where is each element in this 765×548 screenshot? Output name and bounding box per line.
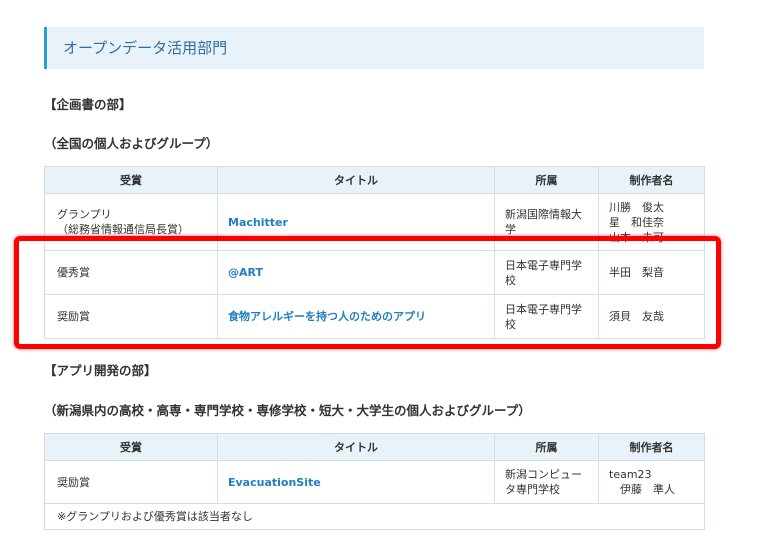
- table-row: グランプリ （総務省情報通信局長賞） Machitter 新潟国際情報大 学 川…: [44, 193, 705, 251]
- award-text: グランプリ （総務省情報通信局長賞）: [57, 208, 189, 236]
- affiliation-text: 新潟コンピュー タ専門学校: [494, 460, 599, 504]
- authors-text: 須貝 友哉: [598, 294, 705, 339]
- planning-table: 受賞 タイトル 所属 制作者名 グランプリ （総務省情報通信局長賞） Machi…: [44, 166, 705, 339]
- authors-text: 川勝 俊太 星 和佳奈 山本 未可: [609, 200, 664, 244]
- entry-title-link[interactable]: EvacuationSite: [228, 476, 321, 489]
- award-text: 奨励賞: [44, 460, 218, 504]
- header-title: タイトル: [217, 166, 495, 194]
- app-dev-heading: 【アプリ開発の部】: [44, 363, 157, 378]
- note-text: ※グランプリおよび優秀賞は該当者なし: [44, 503, 705, 530]
- award-text: 優秀賞: [44, 250, 218, 295]
- app-dev-subheading: （新潟県内の高校・高専・専門学校・専修学校・短大・大学生の個人およびグループ）: [44, 403, 531, 418]
- table-row: ※グランプリおよび優秀賞は該当者なし: [44, 503, 705, 530]
- authors-text: 半田 梨音: [598, 250, 705, 295]
- entry-title-link[interactable]: Machitter: [228, 216, 288, 229]
- header-award: 受賞: [44, 166, 218, 194]
- affiliation-text: 新潟国際情報大 学: [494, 193, 599, 251]
- header-affiliation: 所属: [494, 433, 599, 461]
- authors-text: team23 伊藤 準人: [598, 460, 705, 504]
- header-title: タイトル: [217, 433, 495, 461]
- header-award: 受賞: [44, 433, 218, 461]
- table-header-row: 受賞 タイトル 所属 制作者名: [44, 166, 705, 194]
- planning-heading: 【企画書の部】: [44, 97, 132, 112]
- table-row: 奨励賞 EvacuationSite 新潟コンピュー タ専門学校 team23 …: [44, 460, 705, 504]
- app-dev-table: 受賞 タイトル 所属 制作者名 奨励賞 EvacuationSite 新潟コンピ…: [44, 433, 705, 530]
- entry-title-link[interactable]: @ART: [228, 266, 263, 279]
- header-affiliation: 所属: [494, 166, 599, 194]
- entry-title-link[interactable]: 食物アレルギーを持つ人のためのアプリ: [228, 310, 426, 323]
- section-title-bar: オープンデータ活用部門: [44, 27, 704, 69]
- header-authors: 制作者名: [598, 166, 705, 194]
- table-row: 奨励賞 食物アレルギーを持つ人のためのアプリ 日本電子専門学 校 須貝 友哉: [44, 294, 705, 339]
- planning-subheading: （全国の個人およびグループ）: [44, 136, 219, 151]
- table-header-row: 受賞 タイトル 所属 制作者名: [44, 433, 705, 461]
- award-text: 奨励賞: [44, 294, 218, 339]
- header-authors: 制作者名: [598, 433, 705, 461]
- affiliation-text: 日本電子専門学 校: [494, 294, 599, 339]
- section-title: オープンデータ活用部門: [63, 39, 228, 57]
- table-row: 優秀賞 @ART 日本電子専門学 校 半田 梨音: [44, 250, 705, 295]
- affiliation-text: 日本電子専門学 校: [494, 250, 599, 295]
